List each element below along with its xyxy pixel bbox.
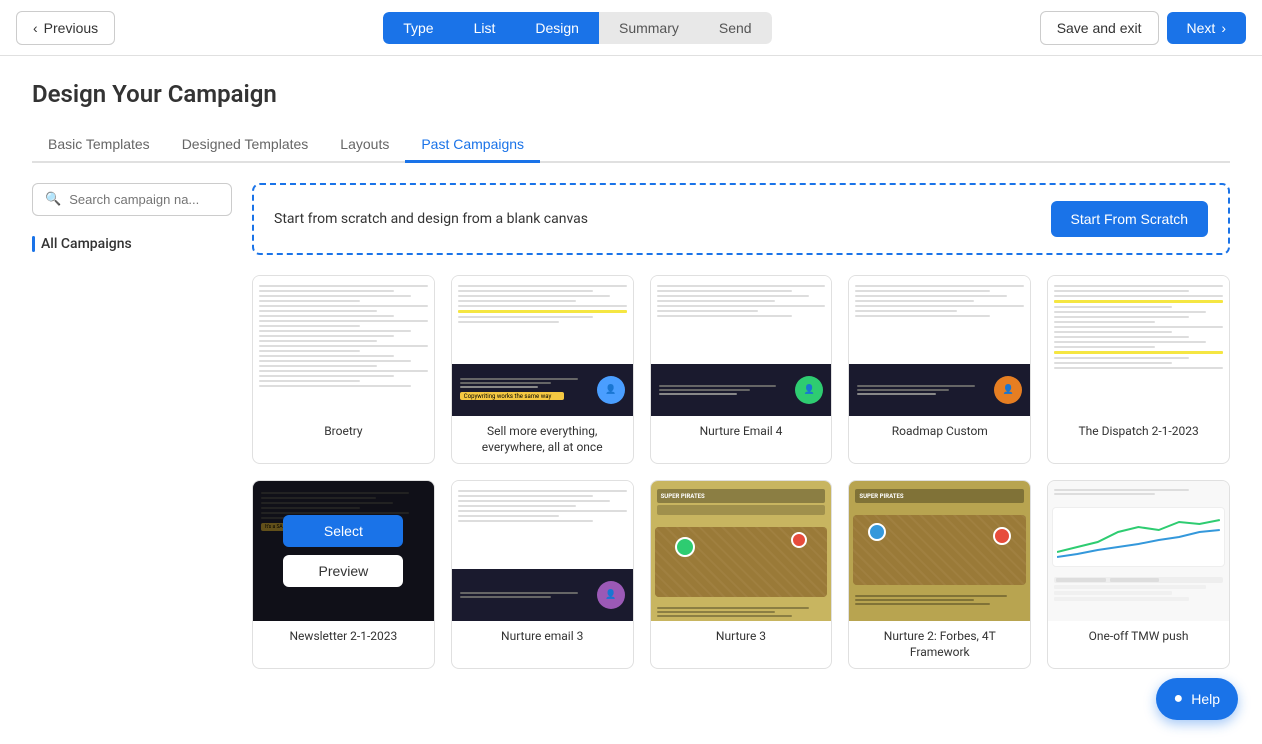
- card-thumbnail: 👤 Select Preview: [452, 481, 633, 621]
- card-name: Newsletter 2-1-2023: [253, 621, 434, 653]
- card-name: Nurture 2: Forbes, 4T Framework: [849, 621, 1030, 668]
- template-card-nurture-2[interactable]: SUPER PIRATES: [848, 480, 1031, 669]
- card-thumbnail: It's a SARTD! Select Preview: [253, 481, 434, 621]
- tab-send[interactable]: Send: [699, 12, 772, 44]
- previous-button[interactable]: ‹ Previous: [16, 11, 115, 45]
- tab-summary[interactable]: Summary: [599, 12, 699, 44]
- search-icon: 🔍: [45, 192, 61, 207]
- page-content: Design Your Campaign Basic Templates Des…: [0, 56, 1262, 693]
- card-name: Nurture 3: [651, 621, 832, 653]
- template-card-newsletter[interactable]: It's a SARTD! Select Preview Newsletter …: [252, 480, 435, 669]
- card-thumbnail: Select Preview: [253, 276, 434, 416]
- card-name: Sell more everything, everywhere, all at…: [452, 416, 633, 463]
- active-indicator: [32, 236, 35, 252]
- tab-type[interactable]: Type: [383, 12, 453, 44]
- search-box[interactable]: 🔍: [32, 183, 232, 216]
- template-tabs: Basic Templates Designed Templates Layou…: [32, 128, 1230, 163]
- preview-button[interactable]: Preview: [681, 350, 801, 382]
- main-area: 🔍 All Campaigns Start from scratch and d…: [32, 183, 1230, 669]
- preview-button[interactable]: Preview: [880, 555, 1000, 587]
- select-button[interactable]: Select: [681, 310, 801, 342]
- card-thumbnail: 👤 Select Preview: [651, 276, 832, 416]
- card-name: The Dispatch 2-1-2023: [1048, 416, 1229, 448]
- templates-grid: Select Preview Broetry: [252, 275, 1230, 669]
- card-thumbnail: 👤 Select Preview: [849, 276, 1030, 416]
- preview-button[interactable]: Preview: [283, 555, 403, 587]
- select-button[interactable]: Select: [283, 515, 403, 547]
- scratch-text: Start from scratch and design from a bla…: [274, 211, 588, 227]
- card-thumbnail: SUPER PIRATES: [849, 481, 1030, 621]
- save-exit-button[interactable]: Save and exit: [1040, 11, 1159, 45]
- step-tabs-container: Type List Design Summary Send: [383, 12, 771, 44]
- help-button[interactable]: ● Help: [1156, 678, 1238, 720]
- tab-past-campaigns[interactable]: Past Campaigns: [405, 128, 540, 163]
- page-title: Design Your Campaign: [32, 80, 1230, 108]
- select-button[interactable]: Select: [880, 515, 1000, 547]
- select-button[interactable]: Select: [482, 515, 602, 547]
- right-buttons: Save and exit Next ›: [1040, 11, 1246, 45]
- preview-button[interactable]: Preview: [880, 350, 1000, 382]
- sidebar: 🔍 All Campaigns: [32, 183, 232, 669]
- template-card-nurture-3[interactable]: SUPER PIRATES: [650, 480, 833, 669]
- preview-button[interactable]: Preview: [482, 350, 602, 382]
- tab-designed-templates[interactable]: Designed Templates: [166, 128, 325, 163]
- preview-button[interactable]: Preview: [1079, 555, 1199, 587]
- template-card-tmw[interactable]: Select Preview One-off TMW push: [1047, 480, 1230, 669]
- card-overlay: Select Preview: [253, 481, 434, 621]
- top-navigation: ‹ Previous Type List Design Summary Send…: [0, 0, 1262, 56]
- tab-list[interactable]: List: [454, 12, 516, 44]
- preview-button[interactable]: Preview: [482, 555, 602, 587]
- step-tabs: Type List Design Summary Send: [383, 12, 771, 44]
- preview-button[interactable]: Preview: [681, 555, 801, 587]
- content-area: Start from scratch and design from a bla…: [252, 183, 1230, 669]
- chevron-left-icon: ‹: [33, 20, 38, 36]
- tab-design[interactable]: Design: [515, 12, 599, 44]
- card-name: Nurture email 3: [452, 621, 633, 653]
- select-button[interactable]: Select: [1079, 310, 1199, 342]
- card-thumbnail: SUPER PIRATES: [651, 481, 832, 621]
- card-name: Broetry: [253, 416, 434, 448]
- tab-layouts[interactable]: Layouts: [324, 128, 405, 163]
- template-card-roadmap[interactable]: 👤 Select Preview Roadmap Custom: [848, 275, 1031, 464]
- select-button[interactable]: Select: [681, 515, 801, 547]
- search-input[interactable]: [69, 192, 219, 207]
- select-button[interactable]: Select: [1079, 515, 1199, 547]
- card-name: Nurture Email 4: [651, 416, 832, 448]
- next-button[interactable]: Next ›: [1167, 12, 1246, 44]
- card-thumbnail: Copywriting works the same way 👤 Select …: [452, 276, 633, 416]
- all-campaigns-filter[interactable]: All Campaigns: [32, 232, 232, 256]
- card-thumbnail: Select Preview: [1048, 276, 1229, 416]
- card-name: Roadmap Custom: [849, 416, 1030, 448]
- template-card-nurture-4[interactable]: 👤 Select Preview Nurture Email 4: [650, 275, 833, 464]
- preview-button[interactable]: Preview: [283, 350, 403, 382]
- chevron-right-icon: ›: [1221, 20, 1226, 36]
- template-card-sell-more[interactable]: Copywriting works the same way 👤 Select …: [451, 275, 634, 464]
- card-name: One-off TMW push: [1048, 621, 1229, 653]
- template-card-dispatch[interactable]: Select Preview The Dispatch 2-1-2023: [1047, 275, 1230, 464]
- select-button[interactable]: Select: [880, 310, 1000, 342]
- scratch-banner: Start from scratch and design from a bla…: [252, 183, 1230, 255]
- select-button[interactable]: Select: [283, 310, 403, 342]
- card-thumbnail: Select Preview: [1048, 481, 1229, 621]
- select-button[interactable]: Select: [482, 310, 602, 342]
- template-card-nurture-3-email[interactable]: 👤 Select Preview Nurture email 3: [451, 480, 634, 669]
- start-from-scratch-button[interactable]: Start From Scratch: [1051, 201, 1208, 237]
- preview-button[interactable]: Preview: [1079, 350, 1199, 382]
- help-icon: ●: [1174, 690, 1184, 708]
- tab-basic-templates[interactable]: Basic Templates: [32, 128, 166, 163]
- template-card-broetry[interactable]: Select Preview Broetry: [252, 275, 435, 464]
